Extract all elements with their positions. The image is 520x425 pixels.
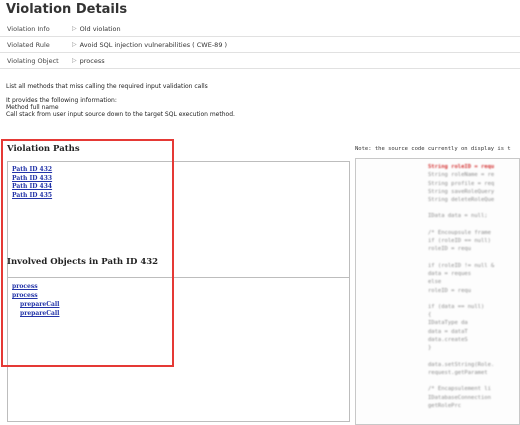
description-line: List all methods that miss calling the r… bbox=[6, 83, 208, 90]
path-link[interactable]: Path ID 434 bbox=[12, 183, 345, 192]
code-line: IDatabaseConnection bbox=[428, 394, 491, 401]
code-line: else bbox=[428, 279, 442, 286]
code-line: data = dataT bbox=[428, 328, 468, 335]
info-label: Violating Object bbox=[7, 56, 59, 65]
info-value: ▷ process bbox=[72, 57, 105, 65]
caret-right-icon: ▷ bbox=[72, 25, 77, 32]
object-link[interactable]: prepareCall bbox=[12, 300, 345, 309]
object-link[interactable]: prepareCall bbox=[12, 309, 345, 318]
code-line: /* Encoupsule frame bbox=[428, 229, 491, 236]
info-label: Violated Rule bbox=[7, 40, 50, 49]
info-row-violation-info: Violation Info ▷ Old violation bbox=[0, 21, 520, 37]
code-line: /* Encapsulement li bbox=[428, 386, 491, 393]
info-row-violated-rule: Violated Rule ▷ Avoid SQL injection vuln… bbox=[0, 37, 520, 53]
code-line: String saveRoleQuery bbox=[428, 188, 495, 195]
code-line: data.createS bbox=[428, 337, 468, 344]
source-code-lines: String roleID = requ String roleName = r… bbox=[356, 159, 519, 410]
code-line: String roleName = re bbox=[428, 172, 495, 179]
highlighted-code-line: String roleID = requ bbox=[428, 164, 495, 170]
info-value: ▷ Avoid SQL injection vulnerabilities ( … bbox=[72, 41, 227, 49]
description-line: Call stack from user input source down t… bbox=[6, 111, 235, 118]
code-line: data.setString(Role. bbox=[428, 361, 495, 368]
violation-paths-panel: Violation Paths Path ID 432 Path ID 433 … bbox=[4, 139, 352, 422]
object-link[interactable]: process bbox=[12, 282, 345, 291]
path-link[interactable]: Path ID 435 bbox=[12, 192, 345, 201]
code-line: roleID = requ bbox=[428, 287, 472, 294]
info-value: ▷ Old violation bbox=[72, 25, 121, 33]
code-line: if (data == null) bbox=[428, 303, 485, 310]
code-line: } bbox=[428, 345, 432, 352]
source-code-viewer[interactable]: String roleID = requ String roleName = r… bbox=[355, 158, 520, 425]
page-title: Violation Details bbox=[6, 2, 128, 17]
code-line: roleID = requ bbox=[428, 246, 472, 253]
info-row-violating-object: Violating Object ▷ process bbox=[0, 53, 520, 69]
code-line: data = reques bbox=[428, 270, 472, 277]
path-link[interactable]: Path ID 433 bbox=[12, 175, 345, 184]
code-line: if (roleID != null & bbox=[428, 262, 495, 269]
code-line: String profile = req bbox=[428, 180, 495, 187]
source-note: Note: the source code currently on displ… bbox=[355, 146, 511, 152]
info-value-text: Avoid SQL injection vulnerabilities ( CW… bbox=[79, 40, 228, 49]
description-line: It provides the following information: bbox=[6, 97, 117, 104]
info-label: Violation Info bbox=[7, 24, 50, 33]
involved-objects-list[interactable]: process process prepareCall prepareCall bbox=[7, 277, 350, 422]
info-value-text: Old violation bbox=[79, 24, 121, 33]
code-line: IDataType da bbox=[428, 320, 468, 327]
violation-info-table: Violation Info ▷ Old violation Violated … bbox=[0, 21, 520, 69]
violation-paths-title: Violation Paths bbox=[7, 144, 80, 154]
code-line: String deleteRoleQue bbox=[428, 197, 495, 204]
path-link[interactable]: Path ID 432 bbox=[12, 166, 345, 175]
rule-description: List all methods that miss calling the r… bbox=[6, 83, 235, 118]
code-line: if (roleID == null) bbox=[428, 238, 491, 245]
code-line: request.getParamet bbox=[428, 369, 488, 376]
involved-objects-title: Involved Objects in Path ID 432 bbox=[7, 257, 159, 267]
info-value-text: process bbox=[79, 56, 105, 65]
caret-right-icon: ▷ bbox=[72, 41, 77, 48]
code-line: { bbox=[428, 312, 432, 319]
caret-right-icon: ▷ bbox=[72, 57, 77, 64]
description-line: Method full name bbox=[6, 104, 59, 111]
code-line: IData data = null; bbox=[428, 213, 488, 220]
code-line: getRolePrc bbox=[428, 402, 462, 409]
object-link[interactable]: process bbox=[12, 291, 345, 300]
